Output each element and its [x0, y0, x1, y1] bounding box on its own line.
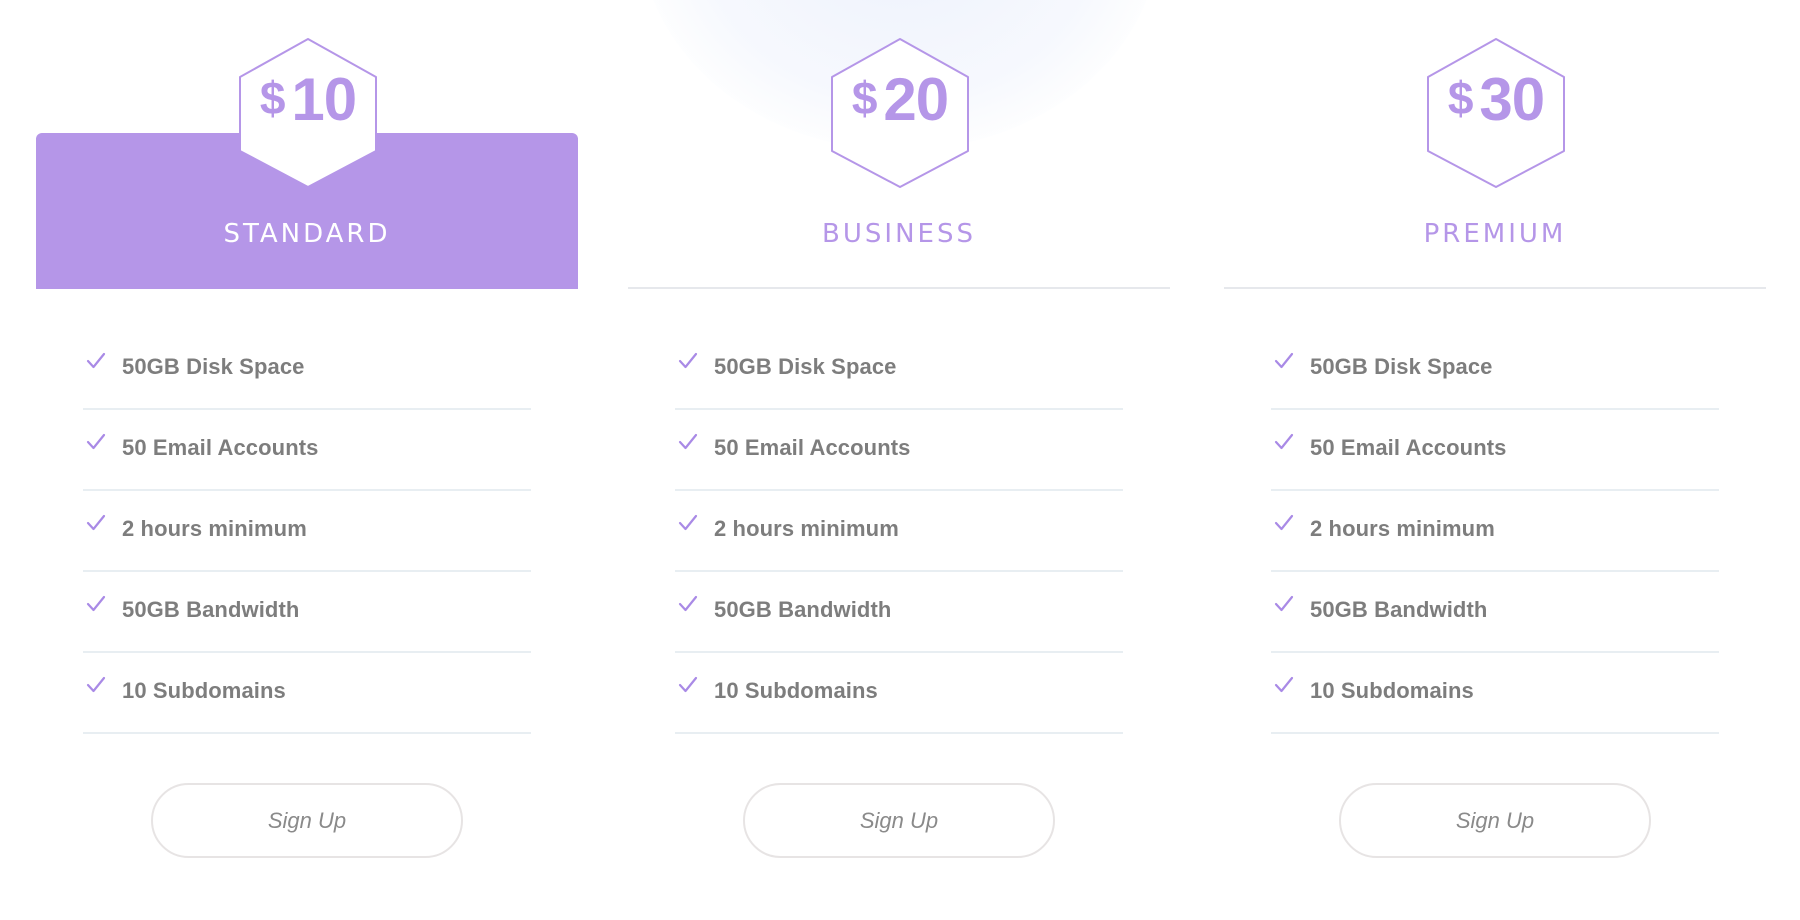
feature-label: 50GB Disk Space	[714, 354, 897, 379]
price-currency: $	[1447, 72, 1474, 124]
price-amount: 10	[291, 65, 357, 133]
feature-label: 50GB Disk Space	[1310, 354, 1493, 379]
check-icon	[678, 352, 698, 369]
feature-label: 2 hours minimum	[714, 516, 899, 541]
price-currency: $	[851, 72, 878, 124]
price: $ 20	[830, 37, 970, 189]
price-badge: $ 20	[830, 37, 970, 189]
check-icon	[1274, 433, 1294, 450]
check-icon	[86, 514, 106, 531]
pricing-card-standard: $ 10 STANDARD 50GB Disk Space 50 Email A…	[36, 0, 578, 920]
check-icon	[678, 676, 698, 693]
check-icon	[86, 595, 106, 612]
feature-item: 10 Subdomains	[83, 653, 531, 734]
pricing-card-business: $ 20 BUSINESS 50GB Disk Space 50 Email A…	[628, 0, 1170, 920]
check-icon	[678, 514, 698, 531]
price-amount: 30	[1479, 65, 1545, 133]
plan-name: BUSINESS	[822, 219, 976, 249]
check-icon	[1274, 514, 1294, 531]
plan-name: PREMIUM	[1423, 219, 1567, 249]
price: $ 10	[238, 37, 378, 189]
price-amount: 20	[883, 65, 949, 133]
feature-item: 10 Subdomains	[675, 653, 1123, 734]
feature-item: 2 hours minimum	[83, 491, 531, 572]
feature-label: 50 Email Accounts	[714, 435, 911, 460]
sign-up-button[interactable]: Sign Up	[743, 783, 1055, 858]
feature-label: 50GB Disk Space	[122, 354, 305, 379]
feature-label: 50 Email Accounts	[122, 435, 319, 460]
feature-item: 2 hours minimum	[1271, 491, 1719, 572]
plan-name: STANDARD	[223, 219, 391, 249]
check-icon	[86, 433, 106, 450]
feature-item: 50 Email Accounts	[83, 410, 531, 491]
check-icon	[1274, 676, 1294, 693]
feature-item: 50GB Bandwidth	[83, 572, 531, 653]
sign-up-button[interactable]: Sign Up	[151, 783, 463, 858]
check-icon	[1274, 352, 1294, 369]
feature-list: 50GB Disk Space 50 Email Accounts 2 hour…	[675, 329, 1123, 734]
price-badge: $ 10	[238, 37, 378, 189]
feature-label: 2 hours minimum	[122, 516, 307, 541]
feature-label: 10 Subdomains	[714, 678, 878, 703]
check-icon	[678, 595, 698, 612]
check-icon	[1274, 595, 1294, 612]
feature-list: 50GB Disk Space 50 Email Accounts 2 hour…	[83, 329, 531, 734]
pricing-card-premium: $ 30 PREMIUM 50GB Disk Space 50 Email Ac…	[1224, 0, 1766, 920]
feature-label: 50GB Bandwidth	[714, 597, 892, 622]
feature-item: 2 hours minimum	[675, 491, 1123, 572]
feature-item: 50GB Disk Space	[1271, 329, 1719, 410]
price: $ 30	[1426, 37, 1566, 189]
feature-item: 50GB Disk Space	[83, 329, 531, 410]
feature-item: 50 Email Accounts	[675, 410, 1123, 491]
price-currency: $	[259, 72, 286, 124]
feature-item: 50GB Disk Space	[675, 329, 1123, 410]
feature-label: 50GB Bandwidth	[122, 597, 300, 622]
feature-item: 50 Email Accounts	[1271, 410, 1719, 491]
feature-item: 50GB Bandwidth	[1271, 572, 1719, 653]
feature-label: 50GB Bandwidth	[1310, 597, 1488, 622]
feature-list: 50GB Disk Space 50 Email Accounts 2 hour…	[1271, 329, 1719, 734]
feature-label: 2 hours minimum	[1310, 516, 1495, 541]
check-icon	[86, 352, 106, 369]
price-badge: $ 30	[1426, 37, 1566, 189]
feature-item: 50GB Bandwidth	[675, 572, 1123, 653]
check-icon	[86, 676, 106, 693]
feature-item: 10 Subdomains	[1271, 653, 1719, 734]
check-icon	[678, 433, 698, 450]
feature-label: 10 Subdomains	[122, 678, 286, 703]
feature-label: 10 Subdomains	[1310, 678, 1474, 703]
feature-label: 50 Email Accounts	[1310, 435, 1507, 460]
sign-up-button[interactable]: Sign Up	[1339, 783, 1651, 858]
